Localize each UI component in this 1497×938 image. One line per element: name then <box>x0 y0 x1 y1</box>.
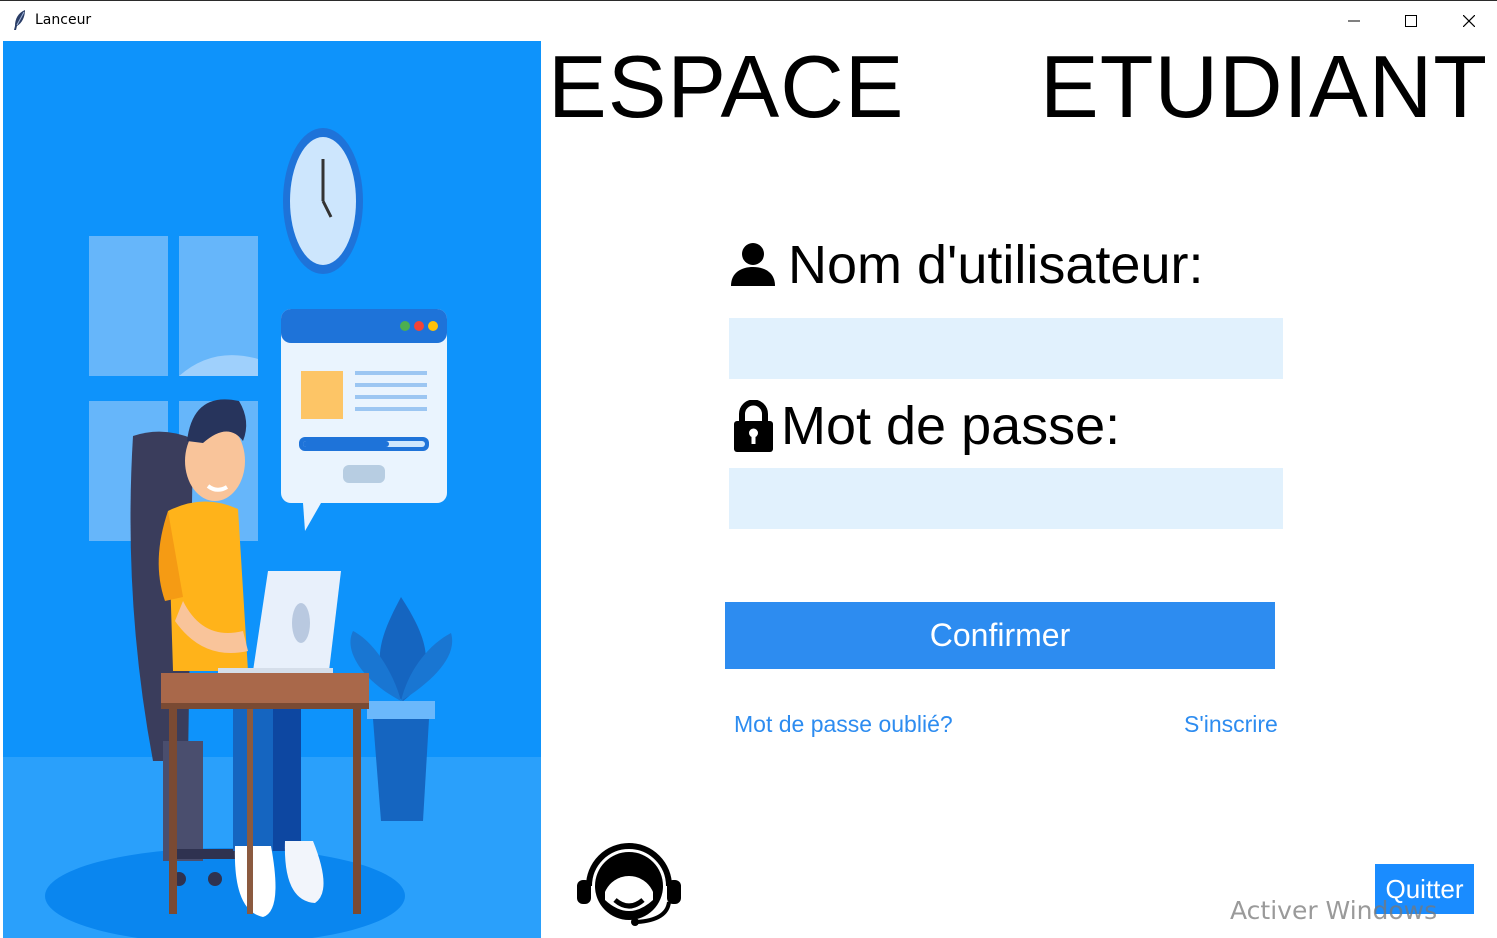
minimize-button[interactable] <box>1325 1 1383 41</box>
document-card-illustration <box>281 309 447 531</box>
headset-support-icon[interactable] <box>577 842 681 926</box>
lock-icon <box>734 400 773 452</box>
windows-activation-watermark: Activer Windows <box>1230 896 1438 925</box>
maximize-button[interactable] <box>1382 1 1440 41</box>
window-title: Lanceur <box>35 12 92 28</box>
forgot-password-link[interactable]: Mot de passe oublié? <box>734 711 953 738</box>
close-icon <box>1463 15 1475 27</box>
page-title-part2: ETUDIANT <box>1040 37 1488 136</box>
title-bar: Lanceur <box>0 0 1497 40</box>
close-button[interactable] <box>1440 1 1497 41</box>
page-title-part1: ESPACE <box>548 37 905 136</box>
clock-icon <box>283 128 363 274</box>
user-icon <box>731 243 775 286</box>
password-input[interactable] <box>729 468 1283 529</box>
username-input[interactable] <box>729 318 1283 379</box>
signup-link[interactable]: S'inscrire <box>1184 711 1278 738</box>
student-illustration <box>3 41 541 938</box>
feather-icon <box>14 10 25 30</box>
password-label: Mot de passe: <box>781 396 1121 456</box>
username-label: Nom d'utilisateur: <box>788 235 1204 295</box>
minimize-icon <box>1348 20 1360 22</box>
maximize-icon <box>1405 15 1417 27</box>
confirm-button[interactable]: Confirmer <box>725 602 1275 669</box>
